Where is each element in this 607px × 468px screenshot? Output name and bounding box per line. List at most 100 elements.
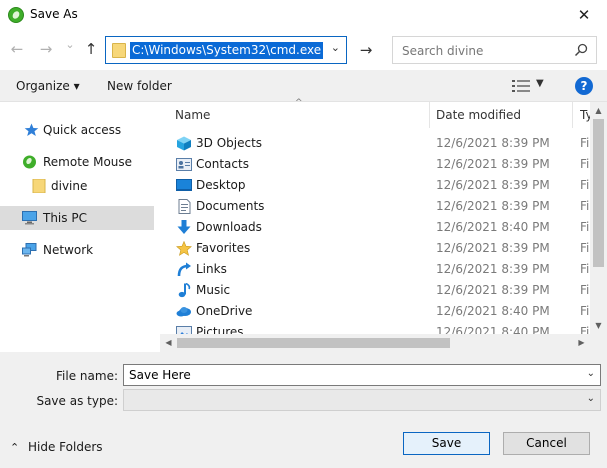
view-details-icon[interactable] [512, 80, 530, 92]
file-date: 12/6/2021 8:39 PM [436, 136, 550, 150]
file-date: 12/6/2021 8:40 PM [436, 220, 550, 234]
file-row[interactable]: Documents 12/6/2021 8:39 PM Fi [174, 196, 594, 217]
nav-label: Remote Mouse [43, 155, 133, 169]
horizontal-scrollbar[interactable]: ◀ ▶ [160, 334, 590, 352]
back-button[interactable]: ← [8, 39, 26, 59]
star-icon [176, 241, 192, 256]
scroll-down-arrow-icon[interactable]: ▼ [590, 317, 607, 334]
cancel-button[interactable]: Cancel [503, 432, 590, 455]
view-dropdown-icon[interactable]: ▼ [536, 78, 544, 89]
save-form: File name: Save Here ⌄ Save as type: ⌄ ⌃… [0, 352, 607, 468]
file-name: Desktop [196, 178, 246, 192]
save-as-type-label: Save as type: [36, 394, 118, 408]
file-name-field[interactable]: Save Here ⌄ [123, 364, 601, 386]
file-name: Documents [196, 199, 265, 213]
file-row[interactable]: 3D Objects 12/6/2021 8:39 PM Fi [174, 133, 594, 154]
nav-label: This PC [43, 211, 87, 225]
contact-card-icon [176, 158, 192, 171]
file-date: 12/6/2021 8:39 PM [436, 241, 550, 255]
scroll-right-arrow-icon[interactable]: ▶ [573, 334, 590, 352]
close-button[interactable]: ✕ [561, 0, 607, 30]
download-arrow-icon [177, 220, 191, 234]
column-divider[interactable] [572, 102, 573, 128]
file-row[interactable]: Favorites 12/6/2021 8:39 PM Fi [174, 238, 594, 259]
save-button[interactable]: Save [403, 432, 490, 455]
file-list: ^ Name Date modified Ty 3D Objects 12/6/… [160, 98, 607, 352]
hide-folders-button[interactable]: ⌃ Hide Folders [10, 440, 103, 454]
hide-folders-label: Hide Folders [28, 440, 103, 454]
organize-menu[interactable]: Organize ▾ [16, 79, 80, 93]
chevron-down-icon[interactable]: ⌄ [587, 393, 595, 404]
file-date: 12/6/2021 8:40 PM [436, 304, 550, 318]
file-row[interactable]: Links 12/6/2021 8:39 PM Fi [174, 259, 594, 280]
music-note-icon [178, 283, 191, 298]
scrollbar-corner [590, 334, 607, 352]
column-header-name[interactable]: Name [175, 102, 425, 128]
file-row[interactable]: Music 12/6/2021 8:39 PM Fi [174, 280, 594, 301]
vertical-scrollbar[interactable]: ▲ ▼ [590, 102, 607, 334]
file-name: 3D Objects [196, 136, 263, 150]
file-date: 12/6/2021 8:39 PM [436, 178, 550, 192]
nav-item-quick-access[interactable]: Quick access [0, 118, 154, 142]
cube-3d-icon [177, 136, 191, 151]
scroll-up-arrow-icon[interactable]: ▲ [590, 102, 607, 119]
nav-label: Network [43, 243, 94, 257]
vertical-scroll-thumb[interactable] [593, 119, 604, 267]
nav-label: Quick access [43, 123, 122, 137]
file-date: 12/6/2021 8:40 PM [436, 325, 550, 334]
nav-item-divine[interactable]: divine [0, 174, 154, 198]
file-row[interactable]: Downloads 12/6/2021 8:40 PM Fi [174, 217, 594, 238]
file-row[interactable]: Desktop 12/6/2021 8:39 PM Fi [174, 175, 594, 196]
address-bar[interactable]: C:\Windows\System32\cmd.exe ⌄ [105, 36, 347, 64]
window-title: Save As [30, 7, 78, 21]
file-row[interactable]: Pictures 12/6/2021 8:40 PM Fi [174, 322, 594, 334]
file-name: OneDrive [196, 304, 253, 318]
file-name: Links [196, 262, 227, 276]
nav-item-this-pc[interactable]: This PC [0, 206, 154, 230]
file-name: Downloads [196, 220, 262, 234]
chevron-down-icon[interactable]: ⌄ [587, 368, 595, 379]
up-button[interactable]: ↑ [82, 39, 100, 59]
address-path-input[interactable]: C:\Windows\System32\cmd.exe [130, 42, 324, 59]
file-date: 12/6/2021 8:39 PM [436, 157, 550, 171]
nav-item-network[interactable]: Network [0, 238, 154, 262]
remote-mouse-icon [8, 7, 24, 23]
file-row[interactable]: Contacts 12/6/2021 8:39 PM Fi [174, 154, 594, 175]
document-icon [178, 199, 191, 214]
go-button[interactable]: → [352, 36, 380, 64]
remote-mouse-icon [23, 155, 36, 169]
link-arrow-icon [177, 262, 191, 277]
navigation-pane: Quick access Remote Mouse divine This PC… [0, 102, 160, 352]
file-name: Music [196, 283, 231, 297]
file-name-label: File name: [56, 369, 118, 383]
chevron-down-icon[interactable]: ⌄ [331, 41, 340, 54]
folder-icon [112, 43, 126, 58]
scroll-left-arrow-icon[interactable]: ◀ [160, 334, 177, 352]
star-pin-icon [24, 123, 39, 136]
file-date: 12/6/2021 8:39 PM [436, 262, 550, 276]
file-name: Favorites [196, 241, 251, 255]
column-header-date[interactable]: Date modified [436, 102, 566, 128]
search-icon[interactable] [574, 43, 588, 57]
file-name-value[interactable]: Save Here [129, 368, 191, 382]
recent-locations-button[interactable]: ⌄ [61, 35, 79, 55]
file-row[interactable]: OneDrive 12/6/2021 8:40 PM Fi [174, 301, 594, 322]
file-date: 12/6/2021 8:39 PM [436, 283, 550, 297]
chevron-up-icon: ⌃ [10, 441, 20, 454]
help-icon[interactable]: ? [575, 77, 593, 95]
horizontal-scroll-thumb[interactable] [177, 338, 450, 348]
new-folder-button[interactable]: New folder [107, 79, 172, 93]
save-as-type-select[interactable]: ⌄ [123, 389, 601, 411]
picture-icon [176, 326, 192, 334]
address-row: ← → ⌄ ↑ C:\Windows\System32\cmd.exe ⌄ → … [0, 30, 607, 70]
file-date: 12/6/2021 8:39 PM [436, 199, 550, 213]
desktop-icon [176, 179, 192, 191]
column-header-type[interactable]: Ty [580, 102, 590, 128]
nav-label: divine [51, 179, 88, 193]
forward-button[interactable]: → [37, 39, 55, 59]
column-divider[interactable] [429, 102, 430, 128]
nav-item-remote-mouse[interactable]: Remote Mouse [0, 150, 154, 174]
file-name: Pictures [196, 325, 244, 334]
command-toolbar: Organize ▾ New folder ▼ ? [0, 70, 607, 102]
search-input[interactable]: Search divine [392, 36, 597, 64]
